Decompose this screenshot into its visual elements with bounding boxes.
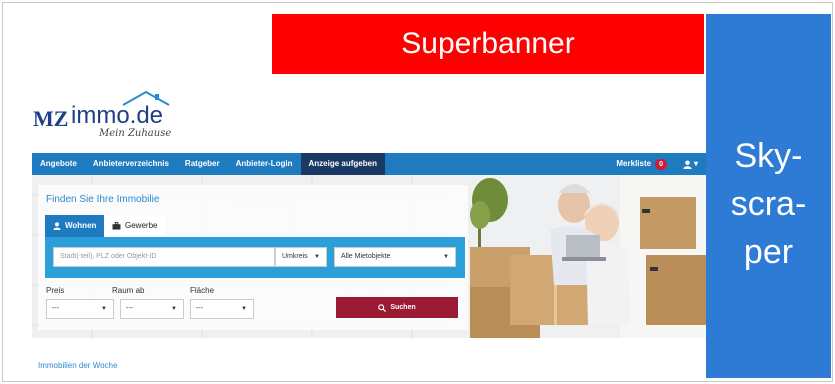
nav-right-group: Merkliste 0 ▾ bbox=[608, 153, 706, 175]
object-type-select[interactable]: Alle Mietobjekte ▼ bbox=[334, 247, 456, 267]
site-logo[interactable]: MZ immo.de Mein Zuhause bbox=[33, 84, 193, 148]
flaeche-label: Fläche bbox=[190, 286, 215, 295]
logo-mz: MZ bbox=[33, 106, 69, 131]
preis-select[interactable]: --- ▼ bbox=[46, 299, 114, 319]
logo-immo: immo.de bbox=[71, 102, 164, 129]
user-menu[interactable]: ▾ bbox=[675, 153, 706, 175]
preis-value: --- bbox=[52, 305, 59, 312]
nav-anbieter-login[interactable]: Anbieter-Login bbox=[228, 153, 301, 175]
raum-value: --- bbox=[126, 305, 133, 312]
chevron-down-icon: ▼ bbox=[443, 254, 449, 260]
merkliste-link[interactable]: Merkliste 0 bbox=[608, 153, 675, 175]
umkreis-label: Umkreis bbox=[282, 253, 308, 260]
tab-wohnen-label: Wohnen bbox=[65, 221, 97, 230]
tab-wohnen[interactable]: Wohnen bbox=[45, 215, 105, 237]
chevron-down-icon: ▼ bbox=[241, 306, 247, 312]
flaeche-value: --- bbox=[196, 305, 203, 312]
tab-gewerbe[interactable]: Gewerbe bbox=[104, 215, 166, 237]
chevron-down-icon: ▼ bbox=[171, 306, 177, 312]
briefcase-icon bbox=[112, 222, 121, 230]
merkliste-label: Merkliste bbox=[616, 159, 652, 168]
immobilien-der-woche-heading[interactable]: Immobilien der Woche bbox=[38, 361, 117, 370]
raum-label: Raum ab bbox=[112, 286, 145, 295]
hero-section: Finden Sie Ihre Immobilie Wohnen Gewerbe… bbox=[32, 175, 706, 338]
hero-photo-couple-with-boxes bbox=[470, 175, 706, 338]
skyscraper-label-3: per bbox=[743, 233, 794, 271]
search-title: Finden Sie Ihre Immobilie bbox=[46, 194, 160, 205]
search-submit-label: Suchen bbox=[390, 304, 416, 311]
search-panel: Finden Sie Ihre Immobilie Wohnen Gewerbe… bbox=[38, 185, 468, 330]
superbanner-ad[interactable]: Superbanner bbox=[272, 14, 704, 74]
chevron-down-icon: ▾ bbox=[693, 159, 698, 168]
location-search-input[interactable]: Stadt(-teil), PLZ oder Objekt-ID bbox=[53, 247, 275, 267]
search-bar: Stadt(-teil), PLZ oder Objekt-ID Umkreis… bbox=[45, 237, 465, 278]
skyscraper-label-1: Sky- bbox=[734, 137, 803, 175]
user-icon bbox=[683, 159, 692, 169]
chevron-down-icon: ▼ bbox=[314, 254, 320, 260]
chevron-down-icon: ▼ bbox=[101, 306, 107, 312]
nav-angebote[interactable]: Angebote bbox=[32, 153, 85, 175]
preis-label: Preis bbox=[46, 286, 65, 295]
logo-tagline: Mein Zuhause bbox=[99, 128, 172, 139]
superbanner-label: Superbanner bbox=[401, 27, 575, 60]
search-submit-button[interactable]: Suchen bbox=[336, 297, 458, 318]
skyscraper-label-2: scra- bbox=[730, 185, 807, 223]
umkreis-dropdown[interactable]: Umkreis ▼ bbox=[275, 247, 327, 267]
flaeche-select[interactable]: --- ▼ bbox=[190, 299, 254, 319]
person-icon bbox=[53, 222, 61, 230]
nav-anbieterverzeichnis[interactable]: Anbieterverzeichnis bbox=[85, 153, 177, 175]
raum-select[interactable]: --- ▼ bbox=[120, 299, 184, 319]
nav-anzeige-aufgeben[interactable]: Anzeige aufgeben bbox=[300, 153, 385, 175]
object-type-value: Alle Mietobjekte bbox=[341, 253, 391, 260]
search-icon bbox=[378, 303, 387, 312]
merkliste-count-badge: 0 bbox=[655, 159, 667, 170]
skyscraper-ad[interactable]: Sky- scra- per bbox=[706, 14, 831, 378]
main-navbar: Angebote Anbieterverzeichnis Ratgeber An… bbox=[32, 153, 706, 175]
tab-gewerbe-label: Gewerbe bbox=[125, 221, 158, 230]
nav-ratgeber[interactable]: Ratgeber bbox=[177, 153, 228, 175]
